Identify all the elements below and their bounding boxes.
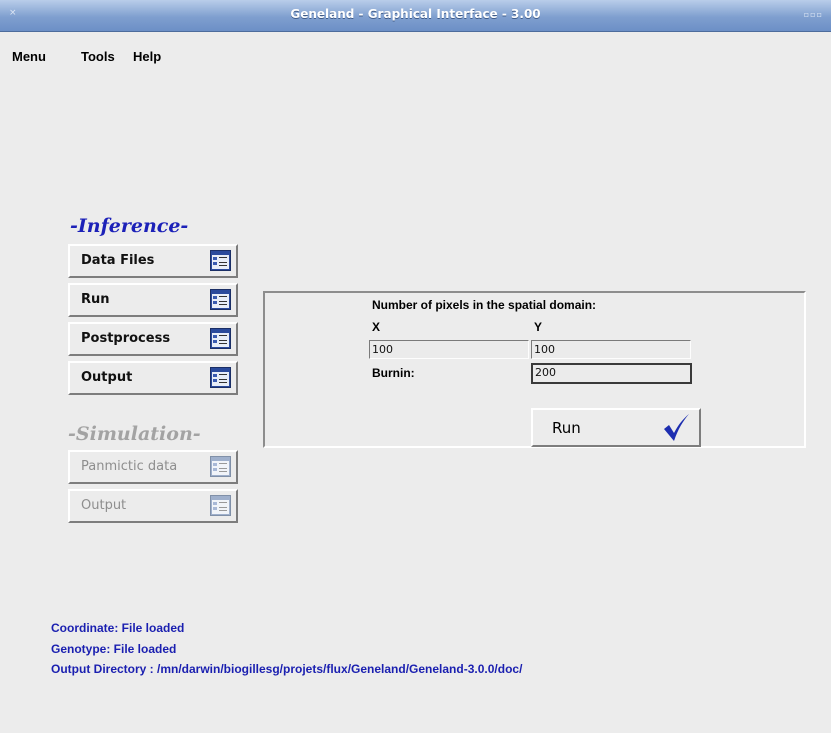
window-controls-icon[interactable]: ▫▫▫ [804,10,823,19]
x-label: X [372,320,381,334]
menu-tools[interactable]: Tools [81,49,115,64]
run-nav-label: Run [81,292,110,307]
window-title: Geneland - Graphical Interface - 3.00 [290,7,541,21]
menu-help[interactable]: Help [133,49,161,64]
checkmark-icon [664,414,689,441]
window-icon [210,495,231,516]
simulation-output-button[interactable]: Output [68,489,238,523]
window-icon [210,289,231,310]
data-files-button[interactable]: Data Files [68,244,238,278]
simulation-output-label: Output [81,498,127,513]
x-pixels-input[interactable]: 100 [369,340,529,359]
simulation-heading: -Simulation- [68,423,201,445]
title-bar: × Geneland - Graphical Interface - 3.00 … [0,0,831,32]
window-icon [210,367,231,388]
run-button-label: Run [552,419,581,437]
window-icon [210,250,231,271]
data-files-label: Data Files [81,253,155,268]
postprocess-button[interactable]: Postprocess [68,322,238,356]
window-icon [210,456,231,477]
burnin-label: Burnin: [372,366,415,380]
inference-heading: -Inference- [70,215,189,237]
output-label: Output [81,370,133,385]
genotype-status: Genotype: File loaded [51,642,177,656]
menu-bar: Menu Tools Help [0,32,831,82]
y-pixels-input[interactable]: 100 [531,340,691,359]
panmictic-data-button[interactable]: Panmictic data [68,450,238,484]
output-button[interactable]: Output [68,361,238,395]
run-button[interactable]: Run [531,408,701,447]
run-nav-button[interactable]: Run [68,283,238,317]
burnin-input[interactable]: 200 [531,363,692,384]
panmictic-data-label: Panmictic data [81,459,178,474]
menu-menu[interactable]: Menu [12,49,46,64]
postprocess-label: Postprocess [81,331,171,346]
y-label: Y [534,320,543,334]
output-directory-status: Output Directory : /mn/darwin/biogillesg… [51,662,523,676]
coordinate-status: Coordinate: File loaded [51,621,185,635]
pixels-label: Number of pixels in the spatial domain: [372,298,597,312]
window-icon [210,328,231,349]
